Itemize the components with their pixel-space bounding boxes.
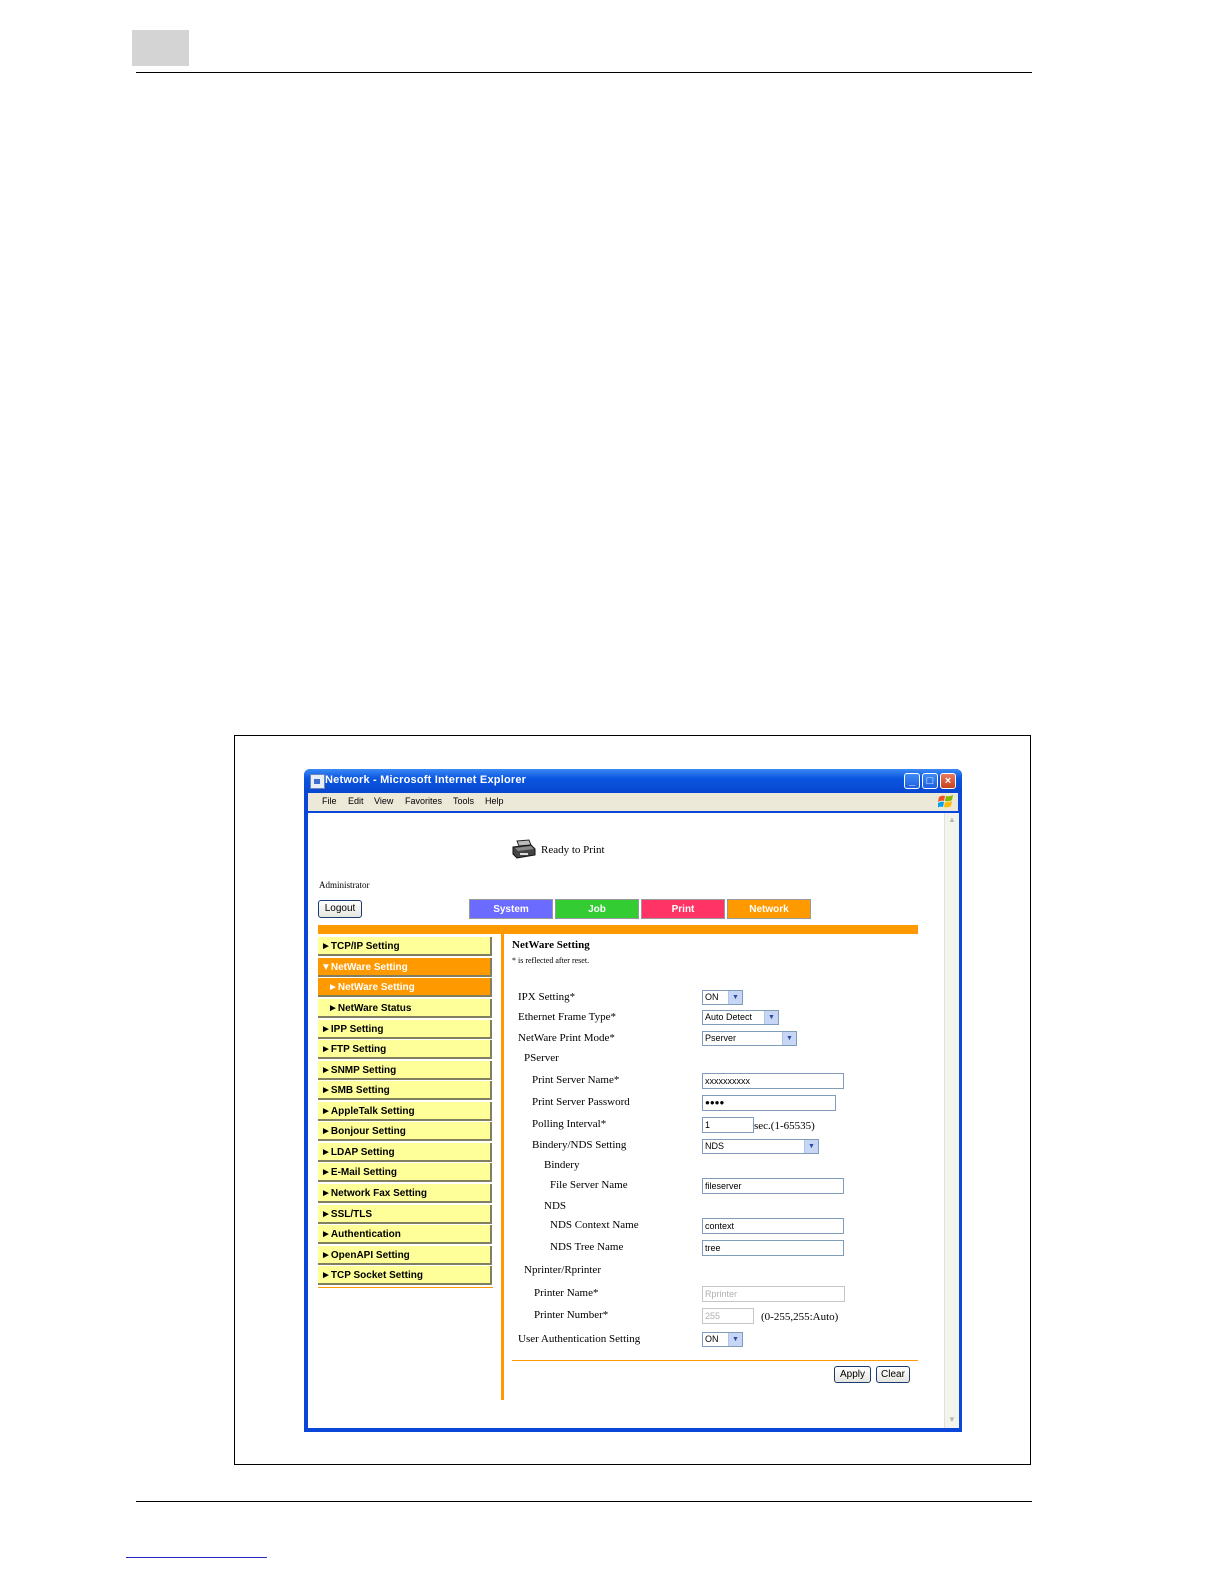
bindery-section-label: Bindery: [544, 1159, 580, 1171]
menu-bar: File Edit View Favorites Tools Help: [308, 793, 958, 811]
print-mode-value: Pserver: [705, 1033, 737, 1043]
sidebar-item-authentication[interactable]: ►Authentication: [318, 1225, 492, 1244]
logout-button[interactable]: Logout: [318, 900, 362, 918]
user-auth-label: User Authentication Setting: [518, 1333, 641, 1345]
sidebar-item-snmp[interactable]: ►SNMP Setting: [318, 1061, 492, 1080]
nds-context-name-input[interactable]: context: [702, 1218, 844, 1234]
file-server-name-label: File Server Name: [550, 1179, 628, 1191]
tab-network[interactable]: Network: [727, 899, 811, 919]
menu-favorites[interactable]: Favorites: [405, 796, 442, 806]
print-server-password-input[interactable]: ●●●●: [702, 1095, 836, 1111]
sidebar-footer-line: [318, 1287, 493, 1288]
chevron-down-icon: ▼: [764, 1011, 778, 1024]
sidebar-item-smb[interactable]: ►SMB Setting: [318, 1081, 492, 1100]
tab-print[interactable]: Print: [641, 899, 725, 919]
windows-logo-icon: [938, 795, 953, 808]
bindery-nds-select[interactable]: NDS ▼: [702, 1139, 819, 1154]
sidebar-item-netware-setting[interactable]: ►NetWare Setting: [318, 978, 492, 997]
print-mode-select[interactable]: Pserver ▼: [702, 1031, 797, 1046]
tab-system[interactable]: System: [469, 899, 553, 919]
ipx-setting-label: IPX Setting*: [518, 991, 576, 1003]
chevron-down-icon: ▼: [728, 1333, 742, 1346]
apply-button[interactable]: Apply: [834, 1366, 871, 1383]
window-title: Network - Microsoft Internet Explorer: [325, 774, 527, 786]
header-rule: [136, 72, 1032, 73]
bindery-nds-label: Bindery/NDS Setting: [532, 1139, 627, 1151]
browser-window: Network - Microsoft Internet Explorer _ …: [304, 769, 962, 1432]
sidebar-item-appletalk[interactable]: ►AppleTalk Setting: [318, 1102, 492, 1121]
sidebar-item-bonjour[interactable]: ►Bonjour Setting: [318, 1122, 492, 1141]
sidebar-item-tcp-socket[interactable]: ►TCP Socket Setting: [318, 1266, 492, 1285]
polling-interval-range: sec.(1-65535): [754, 1120, 815, 1132]
printer-icon: [512, 839, 536, 859]
chevron-down-icon: ▼: [804, 1140, 818, 1153]
sidebar-item-openapi[interactable]: ►OpenAPI Setting: [318, 1246, 492, 1265]
close-icon[interactable]: ×: [940, 773, 956, 789]
tab-underline-bar: [318, 925, 918, 934]
print-mode-label: NetWare Print Mode*: [518, 1032, 615, 1044]
printer-name-label: Printer Name*: [534, 1287, 599, 1299]
sidebar-item-ipp[interactable]: ►IPP Setting: [318, 1020, 492, 1039]
menu-tools[interactable]: Tools: [453, 796, 474, 806]
print-server-name-input[interactable]: xxxxxxxxxx: [702, 1073, 844, 1089]
printer-number-range: (0-255,255:Auto): [761, 1311, 839, 1323]
user-auth-value: ON: [705, 1334, 719, 1344]
form-bottom-line: [512, 1360, 918, 1361]
ethernet-frame-type-select[interactable]: Auto Detect ▼: [702, 1010, 779, 1025]
title-bar: Network - Microsoft Internet Explorer _ …: [304, 769, 962, 793]
nprinter-section-label: Nprinter/Rprinter: [524, 1264, 601, 1276]
sidebar-item-network-fax[interactable]: ►Network Fax Setting: [318, 1184, 492, 1203]
print-server-name-label: Print Server Name*: [532, 1074, 620, 1086]
menu-help[interactable]: Help: [485, 796, 504, 806]
print-server-password-label: Print Server Password: [532, 1096, 630, 1108]
maximize-icon[interactable]: □: [922, 773, 938, 789]
menu-view[interactable]: View: [374, 796, 393, 806]
sidebar-item-ssl-tls[interactable]: ►SSL/TLS: [318, 1205, 492, 1224]
status-text: Ready to Print: [541, 844, 605, 856]
ipx-setting-value: ON: [705, 992, 719, 1002]
scroll-down-icon[interactable]: ▼: [946, 1414, 958, 1426]
menu-edit[interactable]: Edit: [348, 796, 364, 806]
vertical-scrollbar[interactable]: ▲ ▼: [944, 813, 959, 1428]
printer-number-label: Printer Number*: [534, 1309, 609, 1321]
printer-name-input[interactable]: Rprinter: [702, 1286, 845, 1302]
polling-interval-input[interactable]: 1: [702, 1117, 754, 1133]
content-divider: [501, 934, 504, 1400]
printer-number-input[interactable]: 255: [702, 1308, 754, 1324]
user-label: Administrator: [319, 880, 370, 890]
pserver-section-label: PServer: [524, 1052, 559, 1064]
nds-context-name-label: NDS Context Name: [550, 1219, 639, 1231]
sidebar-item-netware-group[interactable]: ▼NetWare Setting: [318, 958, 492, 977]
sidebar-item-email[interactable]: ►E-Mail Setting: [318, 1163, 492, 1182]
user-auth-select[interactable]: ON ▼: [702, 1332, 743, 1347]
nds-tree-name-input[interactable]: tree: [702, 1240, 844, 1256]
minimize-icon[interactable]: _: [904, 773, 920, 789]
chevron-down-icon: ▼: [728, 991, 742, 1004]
sidebar-item-tcpip[interactable]: ►TCP/IP Setting: [318, 937, 492, 956]
polling-interval-label: Polling Interval*: [532, 1118, 607, 1130]
page-content: ▲ ▼ Ready to Print Administrator Logout …: [308, 813, 959, 1428]
nds-tree-name-label: NDS Tree Name: [550, 1241, 624, 1253]
nds-section-label: NDS: [544, 1200, 567, 1212]
chevron-down-icon: ▼: [782, 1032, 796, 1045]
footer-link-underline: [126, 1557, 267, 1558]
ethernet-frame-type-value: Auto Detect: [705, 1012, 753, 1022]
tab-job[interactable]: Job: [555, 899, 639, 919]
ie-page-icon: [310, 774, 325, 789]
bindery-nds-value: NDS: [705, 1141, 725, 1151]
sidebar-item-netware-status[interactable]: ►NetWare Status: [318, 999, 492, 1018]
sidebar-item-ftp[interactable]: ►FTP Setting: [318, 1040, 492, 1059]
ipx-setting-select[interactable]: ON ▼: [702, 990, 743, 1005]
file-server-name-input[interactable]: fileserver: [702, 1178, 844, 1194]
footer-rule: [136, 1501, 1032, 1502]
sidebar-item-ldap[interactable]: ►LDAP Setting: [318, 1143, 492, 1162]
clear-button[interactable]: Clear: [876, 1366, 910, 1383]
ethernet-frame-type-label: Ethernet Frame Type*: [518, 1011, 616, 1023]
scroll-up-icon[interactable]: ▲: [946, 814, 958, 826]
reset-note: * is reflected after reset.: [512, 956, 590, 965]
chapter-number-box: [132, 30, 189, 66]
menu-file[interactable]: File: [322, 796, 337, 806]
page-title: NetWare Setting: [512, 939, 590, 951]
